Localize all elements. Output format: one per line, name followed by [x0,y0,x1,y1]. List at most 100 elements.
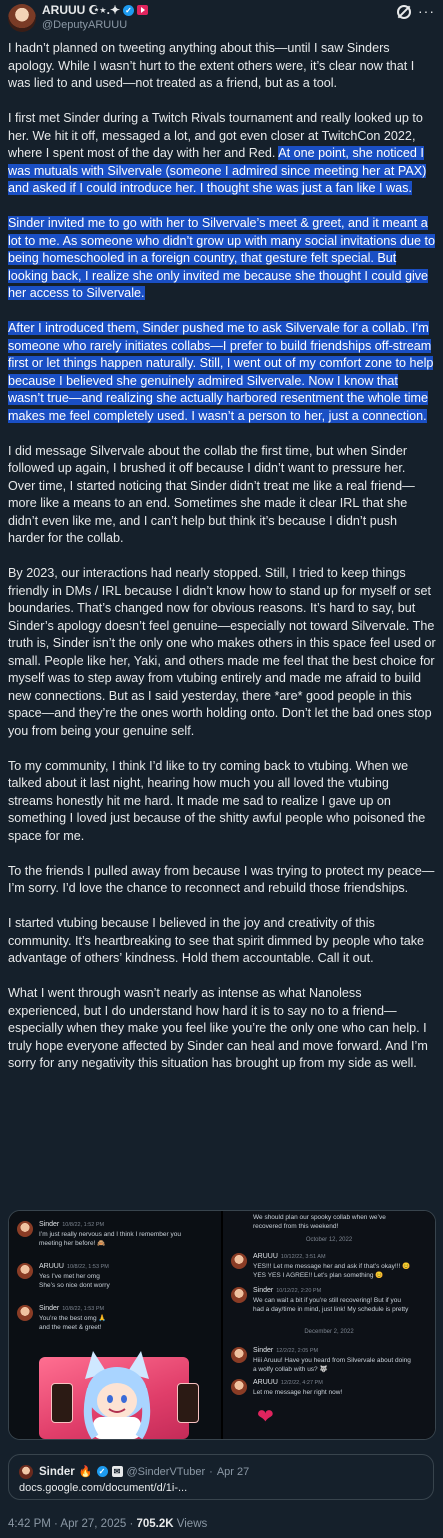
highlighted-text: After I introduced them, Sinder pushed m… [8,321,434,423]
chat-line: recovered from this weekend! [253,1223,339,1230]
media-attachment[interactable]: Sinder 10/8/22, 1:52 PM I’m just really ne… [8,1210,436,1440]
chat-time: 12/2/22, 4:27 PM [280,1380,323,1386]
fire-icon: 🔥 [78,1466,93,1478]
paragraph-text: I did message Silvervale about the colla… [8,443,415,546]
author-name-row[interactable]: ARUUU ☪︎⋆.✦ ✓ [42,3,149,17]
chat-line: You’re the best omg 🙏 [39,1315,107,1322]
chat-avatar [17,1305,33,1321]
chat-header: Sinder 10/8/22, 1:52 PM [39,1221,104,1228]
views-label: Views [173,1518,208,1530]
chat-avatar [231,1287,247,1303]
quoted-avatar[interactable] [19,1465,33,1479]
tweet-paragraph: I did message Silvervale about the colla… [8,443,436,548]
date-divider: December 2, 2022 [304,1329,354,1335]
chat-time: 10/12/22, 3:51 AM [280,1254,326,1260]
chat-avatar [231,1253,247,1269]
chat-header: Sinder 12/2/22, 2:05 PM [253,1347,318,1354]
chat-avatar [231,1379,247,1395]
chat-line: had a day/time in mind, just link! My sc… [253,1306,409,1313]
chat-line: I’m just really nervous and I think I re… [39,1231,181,1238]
chat-line: She’s so nice dont worry [39,1282,110,1289]
chat-user: ARUUU [39,1263,64,1270]
chat-text: Let me message her right now! [253,1388,342,1397]
chat-time: 10/12/22, 2:20 PM [276,1288,322,1294]
chat-header: ARUUU 10/8/22, 1:53 PM [39,1263,109,1270]
author-handle[interactable]: @DeputyARUUU [42,19,127,31]
quoted-dot: · [209,1465,213,1478]
chat-time: 10/8/22, 1:52 PM [62,1222,105,1228]
chat-text: We should plan our spooky collab when we… [253,1213,386,1231]
chat-line: We can wait a bit if you’re still recove… [253,1297,401,1304]
chat-line: YES!!! Let me message her and ask if tha… [253,1263,411,1270]
paragraph-text: I started vtubing because I believed in … [8,916,425,965]
chat-header: Sinder 10/8/22, 1:53 PM [39,1305,104,1312]
date-divider: October 12, 2022 [305,1237,353,1243]
chat-line: Hiii Aruuu! Have you heard from Silverva… [253,1357,411,1364]
paragraph-text: To my community, I think I’d like to try… [8,758,426,843]
chat-line: We should plan our spooky collab when we… [253,1214,386,1221]
chat-text: Yes I’ve met her omg She’s so nice dont w… [39,1272,110,1290]
chat-user: ARUUU [253,1379,278,1386]
chat-line: a wolfy collab with us? 🐺 [253,1366,328,1373]
chat-screenshot-left[interactable]: Sinder 10/8/22, 1:52 PM I’m just really ne… [9,1211,221,1439]
chat-header: ARUUU 12/2/22, 4:27 PM [253,1379,323,1386]
chat-screenshot-right[interactable]: ❤ We should plan our spooky collab when … [223,1211,435,1439]
tweet-paragraph: To my community, I think I’d like to try… [8,758,436,846]
view-count: 705.2K [136,1518,174,1530]
chat-avatar [231,1347,247,1363]
tweet-paragraph: Sinder invited me to go with her to Silv… [8,215,436,303]
heart-icon: ❤ [257,1406,274,1428]
paragraph-text: By 2023, our interactions had nearly sto… [8,566,436,738]
phone-icon [177,1383,199,1423]
paragraph-text: I hadn’t planned on tweeting anything ab… [8,41,415,90]
tweet-paragraph: After I introduced them, Sinder pushed m… [8,320,436,425]
chat-text: I’m just really nervous and I think I re… [39,1230,181,1248]
quoted-tweet[interactable]: Sinder 🔥 ✓ ✉ @SinderVTuber · Apr 27 docs… [8,1454,434,1500]
chat-time: 10/8/22, 1:53 PM [62,1306,105,1312]
chat-user: ARUUU [253,1253,278,1260]
paragraph-text: To the friends I pulled away from becaus… [8,863,435,896]
tweet-paragraph: What I went through wasn’t nearly as int… [8,985,436,1073]
verified-badge-icon: ✓ [96,1466,108,1477]
chat-line: Let me message her right now! [253,1389,343,1396]
chat-user: Sinder [39,1221,60,1228]
chat-user: Sinder [253,1347,274,1354]
chat-user: Sinder [39,1305,60,1312]
chat-text: Hiii Aruuu! Have you heard from Silverva… [253,1356,411,1374]
chat-avatar [17,1221,33,1237]
verified-badge-icon: ✓ [123,4,135,16]
chat-time: 10/8/22, 1:53 PM [66,1264,109,1270]
tweet-paragraph: To the friends I pulled away from becaus… [8,863,436,898]
phone-icon [51,1383,73,1423]
tweet-paragraph: I first met Sinder during a Twitch Rival… [8,110,436,198]
tweet-paragraph: I started vtubing because I believed in … [8,915,436,968]
tweet-paragraph: I hadn’t planned on tweeting anything ab… [8,40,436,93]
chat-time: 12/2/22, 2:05 PM [276,1348,319,1354]
paragraph-text: What I went through wasn’t nearly as int… [8,986,428,1070]
tweet-header: ARUUU ☪︎⋆.✦ ✓ @DeputyARUUU ··· [0,0,443,36]
avatar[interactable] [8,4,36,32]
tweet-footer: 4:42 PM · Apr 27, 2025 · 705.2K Views [8,1518,207,1530]
quoted-author-handle[interactable]: @SinderVTuber [127,1466,206,1478]
grok-icon[interactable] [397,5,411,19]
author-name-decor: ☪︎⋆.✦ [88,3,121,17]
chat-header: ARUUU 10/12/22, 3:51 AM [253,1253,326,1260]
quoted-author-name[interactable]: Sinder [39,1466,75,1478]
quoted-date[interactable]: Apr 27 [217,1466,249,1478]
post-timestamp[interactable]: 4:42 PM · Apr 27, 2025 · [8,1518,137,1530]
highlighted-text: Sinder invited me to go with her to Silv… [8,216,436,300]
chat-line: and the meet & greet! [39,1324,102,1331]
tweet-text: I hadn’t planned on tweeting anything ab… [8,40,436,1090]
chat-header: Sinder 10/12/22, 2:20 PM [253,1287,321,1294]
chat-avatar [17,1263,33,1279]
chat-line: YES YES I AGREE!! Let’s plan something 😊 [253,1272,384,1279]
chat-line: meeting her before! 🙈 [39,1240,106,1247]
more-icon[interactable]: ··· [418,3,435,19]
chat-user: Sinder [253,1287,274,1294]
vtuber-avatar-image [83,1351,151,1439]
author-name[interactable]: ARUUU [42,3,85,17]
tweet-paragraph: By 2023, our interactions had nearly sto… [8,565,436,740]
quoted-link[interactable]: docs.google.com/document/d/1i-... [19,1482,187,1494]
youtube-flag-icon [137,5,149,15]
quoted-author-row[interactable]: Sinder 🔥 ✓ ✉ @SinderVTuber · Apr 27 [39,1465,249,1479]
